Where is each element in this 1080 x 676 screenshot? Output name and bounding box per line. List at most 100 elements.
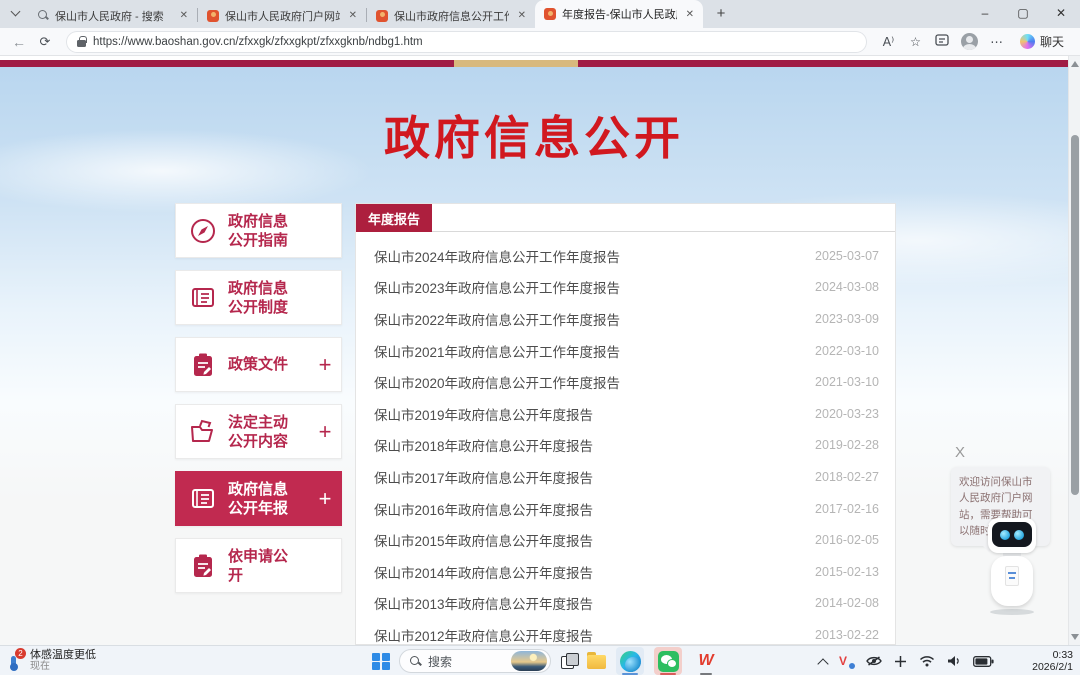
wps-office-button[interactable]: W <box>692 647 720 675</box>
robot-eye-icon <box>1000 530 1010 540</box>
input-indicator-icon[interactable] <box>894 655 907 668</box>
tab-close-icon[interactable]: ✕ <box>346 10 360 21</box>
expand-plus-icon[interactable]: + <box>315 419 335 445</box>
expand-plus-icon[interactable]: + <box>315 352 335 378</box>
thermometer-icon: 2 <box>7 648 26 672</box>
taskbar-search-box[interactable]: 搜索 <box>399 649 551 673</box>
volume-icon[interactable] <box>947 655 961 667</box>
assistant-robot[interactable] <box>981 518 1043 615</box>
tray-overflow-chevron-icon[interactable] <box>819 657 827 665</box>
file-explorer-button[interactable] <box>587 651 606 670</box>
task-view-button[interactable] <box>561 653 579 669</box>
clock-date: 2026/2/1 <box>1032 661 1073 673</box>
report-date: 2021-03-10 <box>815 375 879 390</box>
favorite-star-icon[interactable]: ☆ <box>904 34 927 49</box>
browser-tab-strip: 保山市人民政府 - 搜索 ✕ 保山市人民政府门户网站 ✕ 保山市政府信息公开工作… <box>0 0 1080 28</box>
report-link[interactable]: 保山市2014年政府信息公开年度报告 <box>374 562 803 582</box>
profile-avatar[interactable] <box>960 33 978 50</box>
report-date: 2013-02-22 <box>815 627 879 642</box>
report-link[interactable]: 保山市2018年政府信息公开年度报告 <box>374 435 803 455</box>
minimize-button[interactable]: – <box>966 0 1004 28</box>
tray-app-icon[interactable]: V <box>839 654 855 669</box>
weather-subtext: 现在 <box>30 661 50 672</box>
reload-button[interactable]: ⟳ <box>34 34 56 50</box>
report-link[interactable]: 保山市2019年政府信息公开年度报告 <box>374 404 803 424</box>
start-button[interactable] <box>372 652 390 670</box>
browser-tab-1[interactable]: 保山市人民政府 - 搜索 ✕ <box>29 3 197 28</box>
address-bar[interactable]: https://www.baoshan.gov.cn/zfxxgk/zfxxgk… <box>66 30 867 53</box>
edge-browser-button[interactable] <box>616 647 644 675</box>
report-date: 2014-02-08 <box>815 596 879 611</box>
taskbar-weather-widget[interactable]: 2 体感温度更低 现在 <box>7 648 96 673</box>
report-row: 保山市2017年政府信息公开年度报告 2018-02-27 <box>356 461 895 493</box>
system-tray: V <box>819 646 994 676</box>
report-link[interactable]: 保山市2016年政府信息公开年度报告 <box>374 499 803 519</box>
tab-annual-report[interactable]: 年度报告 <box>356 204 433 232</box>
close-button[interactable]: ✕ <box>1042 0 1080 28</box>
report-link[interactable]: 保山市2013年政府信息公开年度报告 <box>374 593 803 613</box>
read-aloud-icon[interactable]: A⁾ <box>877 34 900 49</box>
report-link[interactable]: 保山市2015年政府信息公开年度报告 <box>374 530 803 550</box>
report-row: 保山市2018年政府信息公开年度报告 2019-02-28 <box>356 430 895 462</box>
robot-eye-icon <box>1014 530 1024 540</box>
emblem-favicon-icon <box>544 8 556 20</box>
eye-icon[interactable] <box>866 655 882 667</box>
sidebar-item-policy-files[interactable]: 政策文件 + <box>175 337 342 392</box>
wechat-icon <box>657 650 679 672</box>
browser-tab-4-active[interactable]: 年度报告-保山市人民政府门户网站 ✕ <box>535 0 703 28</box>
report-row: 保山市2016年政府信息公开年度报告 2017-02-16 <box>356 493 895 525</box>
report-link[interactable]: 保山市2023年政府信息公开工作年度报告 <box>374 277 803 297</box>
assistant-close-button[interactable]: X <box>955 444 965 461</box>
sidebar-item-statutory-disclosure[interactable]: 法定主动 公开内容 + <box>175 404 342 459</box>
battery-icon[interactable] <box>973 655 994 667</box>
report-link[interactable]: 保山市2020年政府信息公开工作年度报告 <box>374 372 803 392</box>
wifi-icon[interactable] <box>919 655 935 667</box>
robot-head <box>988 518 1036 553</box>
collections-icon[interactable] <box>931 33 954 50</box>
report-link[interactable]: 保山市2022年政府信息公开工作年度报告 <box>374 309 803 329</box>
more-menu-icon[interactable]: ⋯ <box>985 34 1008 49</box>
report-row: 保山市2024年政府信息公开工作年度报告 2025-03-07 <box>356 240 895 272</box>
sidebar-item-system[interactable]: 政府信息 公开制度 <box>175 270 342 325</box>
report-date: 2020-03-23 <box>815 406 879 421</box>
report-link[interactable]: 保山市2024年政府信息公开工作年度报告 <box>374 246 803 266</box>
tab-close-icon[interactable]: ✕ <box>683 9 697 20</box>
sidebar-label: 政府信息 <box>228 480 289 498</box>
page-scrollbar[interactable] <box>1068 56 1080 645</box>
report-link[interactable]: 保山市2012年政府信息公开年度报告 <box>374 625 803 644</box>
report-link[interactable]: 保山市2021年政府信息公开工作年度报告 <box>374 341 803 361</box>
report-row: 保山市2023年政府信息公开工作年度报告 2024-03-08 <box>356 272 895 304</box>
back-button[interactable]: ← <box>8 34 30 50</box>
browser-tab-3[interactable]: 保山市政府信息公开工作年度报告 ✕ <box>367 3 535 28</box>
sidebar-item-annual-report[interactable]: 政府信息 公开年报 + <box>175 471 342 526</box>
tab-close-icon[interactable]: ✕ <box>177 10 191 21</box>
report-link[interactable]: 保山市2017年政府信息公开年度报告 <box>374 467 803 487</box>
scrollbar-thumb[interactable] <box>1070 135 1079 495</box>
sidebar-label: 依申请公 <box>228 547 289 565</box>
page-title: 政府信息公开 <box>384 112 684 164</box>
tab-actions-button[interactable] <box>5 3 27 25</box>
browser-tab-2[interactable]: 保山市人民政府门户网站 ✕ <box>198 3 366 28</box>
tab-title: 保山市人民政府 - 搜索 <box>55 10 164 23</box>
sidebar-item-guide[interactable]: 政府信息 公开指南 <box>175 203 342 258</box>
taskbar-center: 搜索 W <box>372 646 720 676</box>
scroll-down-icon[interactable] <box>1071 634 1079 640</box>
web-page: 政府信息公开 政府信息 公开指南 政府信息 公开制度 政策文件 + 法定主动 公… <box>0 56 1080 645</box>
expand-plus-icon[interactable]: + <box>315 486 335 512</box>
tab-close-icon[interactable]: ✕ <box>515 10 529 21</box>
wechat-button[interactable] <box>654 647 682 675</box>
emblem-favicon-icon <box>207 9 219 22</box>
taskbar-clock[interactable]: 0:33 2026/2/1 <box>1032 649 1073 673</box>
search-icon <box>410 655 421 667</box>
sidebar-item-apply-disclosure[interactable]: 依申请公开 <box>175 538 342 593</box>
report-row: 保山市2019年政府信息公开年度报告 2020-03-23 <box>356 398 895 430</box>
robot-shadow <box>990 609 1034 615</box>
maximize-button[interactable]: ▢ <box>1004 0 1042 28</box>
chevron-down-icon <box>10 6 21 17</box>
new-tab-button[interactable]: + <box>709 2 733 26</box>
document-list-icon <box>188 484 218 514</box>
copilot-chat-button[interactable]: 聊天 <box>1012 31 1072 53</box>
lock-icon <box>77 36 87 47</box>
report-date: 2019-02-28 <box>815 438 879 453</box>
scroll-up-icon[interactable] <box>1071 61 1079 67</box>
